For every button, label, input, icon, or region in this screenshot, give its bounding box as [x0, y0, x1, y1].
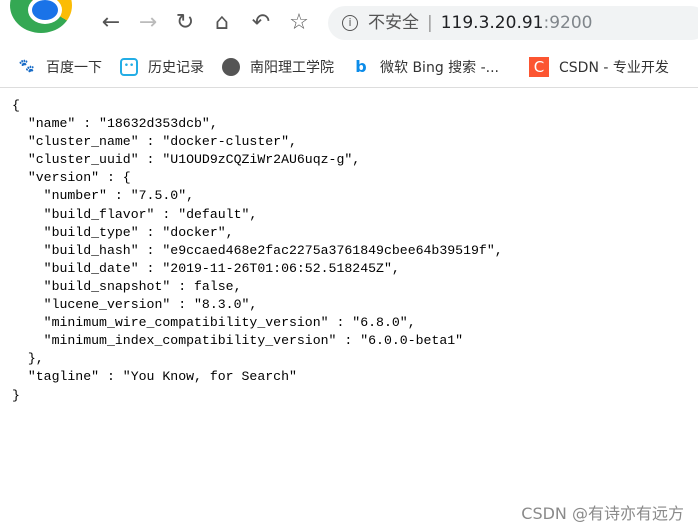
- json-line: },: [12, 351, 44, 367]
- json-line: "number" : "7.5.0",: [12, 188, 195, 204]
- watermark: CSDN @有诗亦有远方: [521, 504, 684, 523]
- json-line: "cluster_uuid" : "U1OUD9zCQZiWr2AU6uqz-g…: [12, 152, 361, 168]
- json-line: "minimum_wire_compatibility_version" : "…: [12, 315, 416, 331]
- bookmark-bing[interactable]: b 微软 Bing 搜索 -...: [352, 57, 499, 77]
- home-icon[interactable]: ⌂: [209, 10, 235, 36]
- json-line: {: [12, 98, 20, 113]
- bookmark-label: 历史记录: [148, 59, 204, 76]
- bookmark-csdn[interactable]: C CSDN - 专业开发: [529, 56, 669, 77]
- separator: |: [427, 13, 433, 33]
- bookmark-label: CSDN - 专业开发: [559, 59, 669, 76]
- bookmark-label: 微软 Bing 搜索 -...: [380, 59, 500, 76]
- json-line: "build_snapshot" : false,: [12, 278, 242, 294]
- csdn-icon: C: [529, 56, 550, 77]
- bookmark-nyist[interactable]: 南阳理工学院: [222, 57, 334, 77]
- bookmark-label: 南阳理工学院: [250, 59, 334, 76]
- bookmarks-bar: 🐾 百度一下 •• 历史记录 南阳理工学院 b 微软 Bing 搜索 -... C CS…: [0, 46, 698, 88]
- reload-icon[interactable]: ↻: [172, 10, 198, 36]
- url-host: 119.3.20.91: [440, 13, 544, 33]
- bookmark-label: 百度一下: [46, 59, 102, 76]
- json-line: "minimum_index_compatibility_version" : …: [12, 333, 464, 349]
- bookmark-history[interactable]: •• 历史记录: [120, 57, 204, 77]
- json-line: "lucene_version" : "8.3.0",: [12, 297, 258, 313]
- json-line: "build_type" : "docker",: [12, 224, 234, 240]
- json-line: "build_date" : "2019-11-26T01:06:52.5182…: [12, 260, 400, 276]
- json-line: "tagline" : "You Know, for Search": [12, 369, 297, 385]
- json-line: "version" : {: [12, 170, 131, 186]
- json-line: "name" : "18632d353dcb",: [12, 116, 218, 132]
- json-line: "cluster_name" : "docker-cluster",: [12, 134, 297, 150]
- json-line: }: [12, 387, 20, 403]
- address-bar[interactable]: i 不安全 | 119.3.20.91:9200: [328, 6, 698, 40]
- browser-toolbar: ← → ↻ ⌂ ↶ ☆ i 不安全 | 119.3.20.91:9200: [0, 0, 698, 46]
- undo-icon[interactable]: ↶: [248, 10, 274, 36]
- back-icon[interactable]: ←: [98, 10, 124, 36]
- globe-icon: [222, 57, 240, 76]
- bilibili-tv-icon: ••: [120, 57, 138, 76]
- forward-icon[interactable]: →: [135, 10, 161, 36]
- url-port: :9200: [543, 13, 593, 33]
- bookmark-baidu[interactable]: 🐾 百度一下: [18, 57, 102, 77]
- security-label: 不安全: [368, 13, 419, 33]
- browser-logo: [10, 0, 72, 33]
- json-response: { "name" : "18632d353dcb", "cluster_name…: [12, 97, 503, 405]
- info-icon[interactable]: i: [342, 15, 358, 31]
- json-line: "build_hash" : "e9ccaed468e2fac2275a3761…: [12, 242, 503, 258]
- star-icon[interactable]: ☆: [286, 10, 312, 36]
- json-line: "build_flavor" : "default",: [12, 206, 258, 222]
- baidu-paw-icon: 🐾: [18, 58, 36, 74]
- bing-icon: b: [355, 56, 367, 76]
